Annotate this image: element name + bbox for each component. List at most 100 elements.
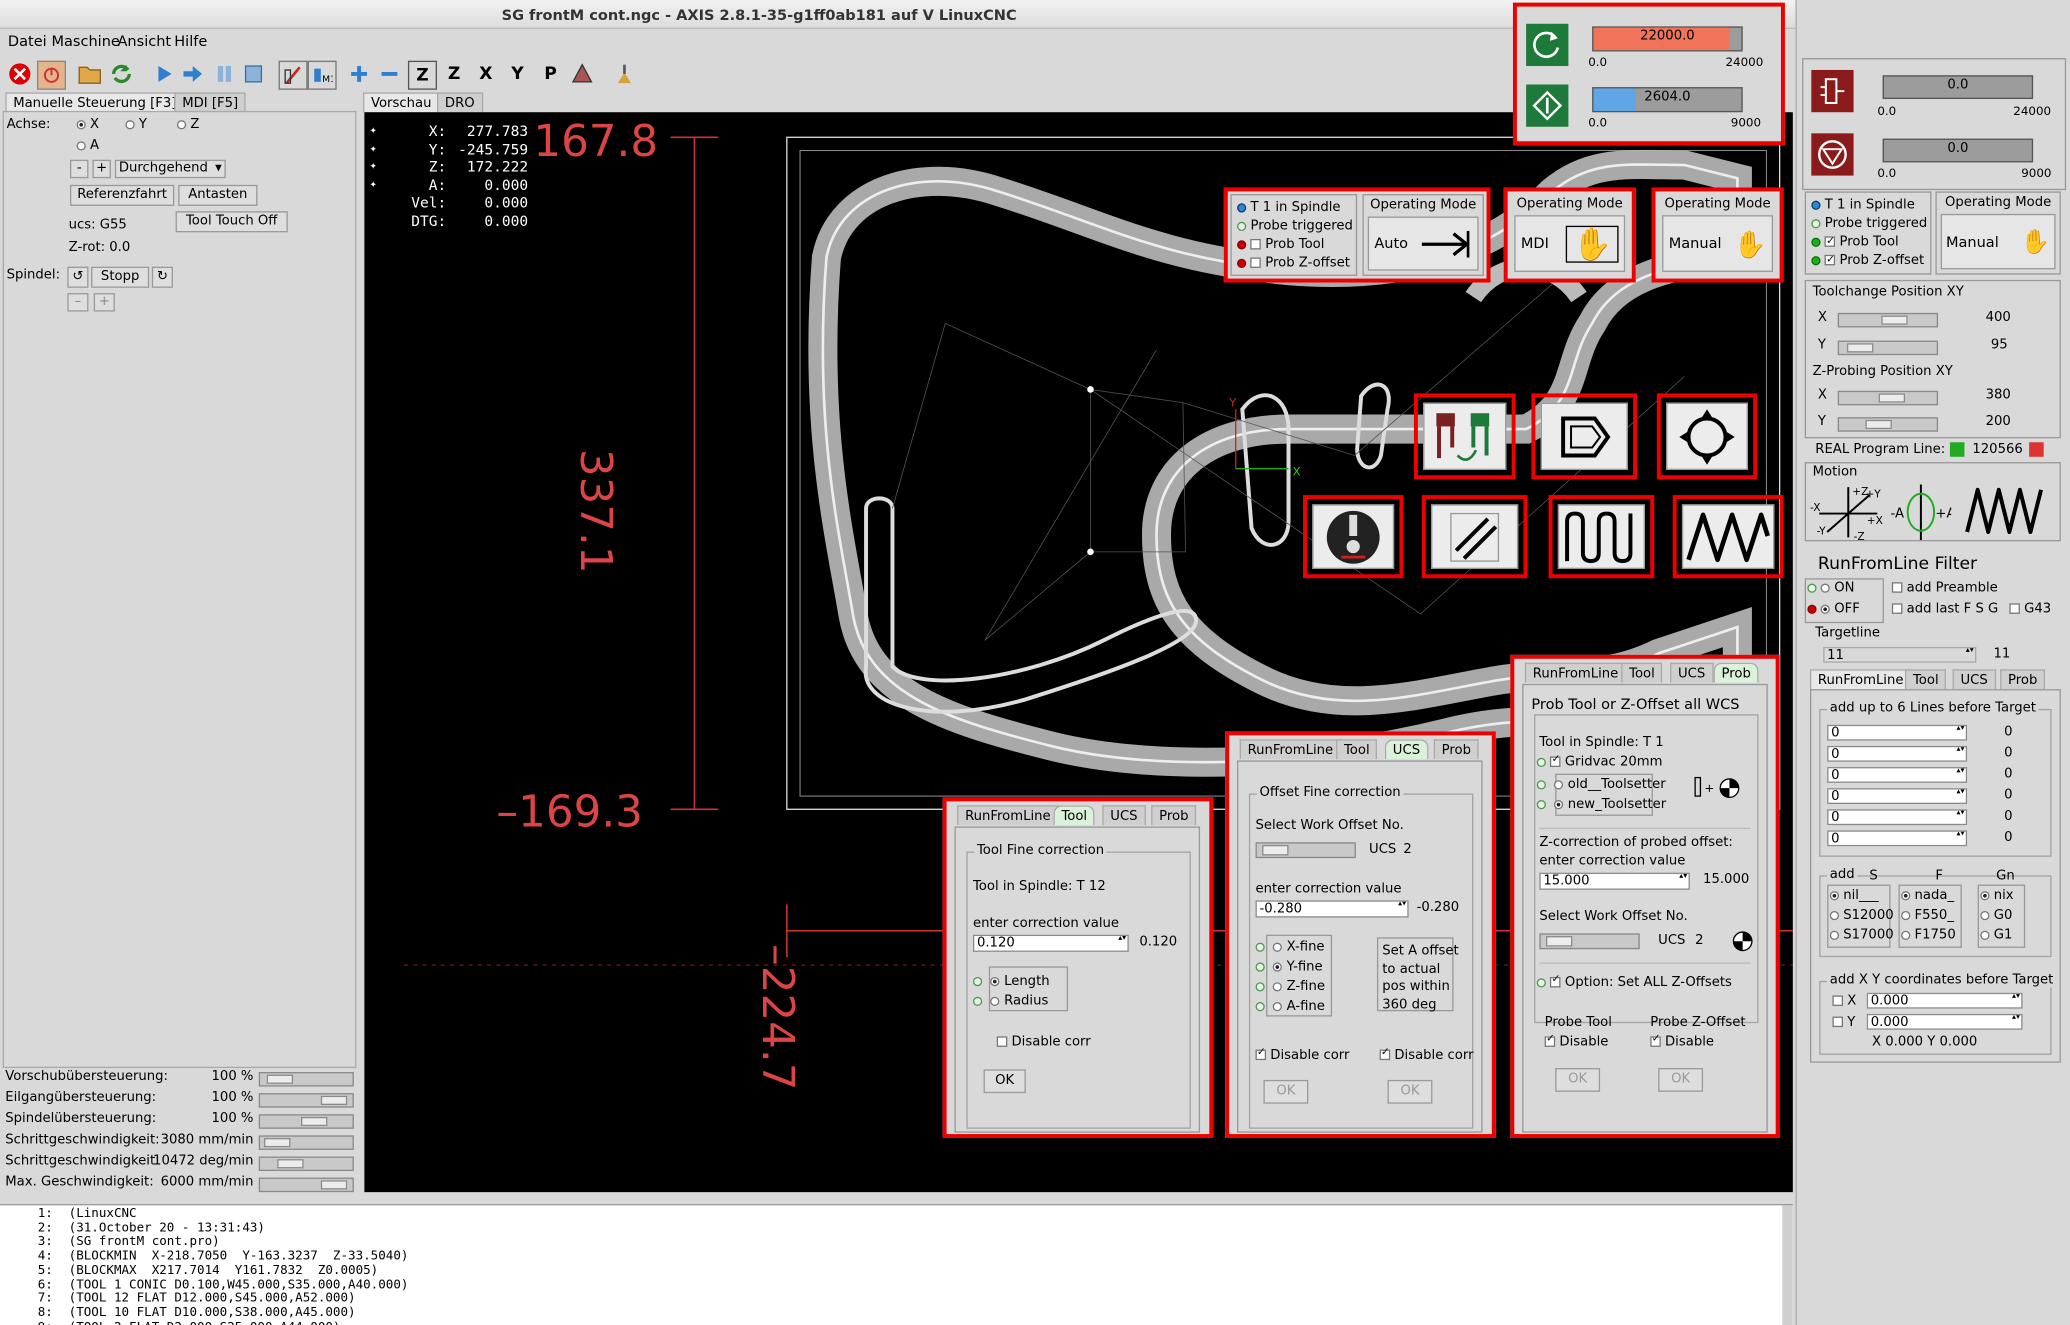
ucs-offset-slider[interactable] (1255, 842, 1356, 859)
addxy-x-input[interactable]: 0.000 (1866, 992, 2023, 1009)
radius-radio[interactable]: Radius (972, 994, 1048, 1009)
diagonal-overlay[interactable] (1421, 495, 1528, 579)
option-radio[interactable]: G1 (1980, 928, 2012, 943)
zoom-out-icon[interactable] (376, 61, 402, 87)
tool-ok-button[interactable]: OK (983, 1069, 1026, 1094)
set-all-zoffsets[interactable]: Option: Set ALL Z-Offsets (1536, 973, 1732, 990)
option-radio[interactable]: S17000 (1829, 928, 1894, 943)
fine-radio[interactable]: A-fine (1255, 999, 1325, 1014)
option-radio[interactable]: F1750 (1901, 928, 1956, 943)
ucs-ok-1[interactable]: OK (1263, 1079, 1309, 1104)
line-input[interactable]: 0 (1827, 809, 1968, 826)
option-radio[interactable]: F550_ (1901, 908, 1954, 923)
zprobe-x-slider[interactable] (1837, 390, 1939, 406)
zprobe-y-slider[interactable] (1837, 417, 1939, 432)
step-icon[interactable] (180, 61, 206, 87)
option-radio[interactable]: S12000 (1829, 908, 1894, 923)
add-preamble-check[interactable]: add Preamble (1891, 581, 1998, 595)
slider-thumb[interactable] (264, 1138, 291, 1148)
view-x-icon[interactable]: X (473, 61, 499, 87)
override-slider[interactable] (258, 1114, 354, 1129)
zigzag-overlay[interactable] (1672, 495, 1784, 579)
tool-touch-off-button[interactable]: Tool Touch Off (175, 211, 288, 233)
slider-thumb[interactable] (277, 1159, 304, 1169)
axis-radio-x[interactable]: X (76, 117, 99, 132)
override-slider[interactable] (258, 1072, 354, 1087)
tab-mdi[interactable]: MDI [F5] (174, 92, 247, 113)
referenzfahrt-button[interactable]: Referenzfahrt (69, 184, 175, 206)
add-last-check[interactable]: add last F S G (1891, 602, 1998, 617)
menu-datei[interactable]: Datei (8, 33, 47, 50)
slider-thumb[interactable] (301, 1116, 328, 1127)
line-input[interactable]: 0 (1827, 724, 1968, 741)
antasten-button[interactable]: Antasten (178, 184, 258, 206)
mdi-mode-overlay[interactable]: Operating Mode MDI ✋ (1503, 187, 1636, 283)
prob-offset-slider[interactable] (1539, 933, 1640, 950)
menu-maschine[interactable]: Maschine (51, 33, 119, 50)
line-input[interactable]: 0 (1827, 767, 1968, 783)
meander-overlay[interactable] (1548, 495, 1655, 579)
ucs-ok-2[interactable]: OK (1387, 1079, 1433, 1104)
toolchange-y-slider[interactable] (1837, 340, 1939, 356)
tool-corr-input[interactable]: 0.120 (972, 934, 1129, 952)
gridvac-check[interactable]: Gridvac 20mm (1536, 753, 1663, 770)
menu-ansicht[interactable]: Ansicht (117, 33, 171, 50)
ucs-disable-2[interactable]: Disable corr (1379, 1046, 1474, 1063)
prob-corr-input[interactable]: 15.000 (1539, 872, 1690, 890)
line-input[interactable]: 0 (1827, 788, 1968, 805)
feed-icon[interactable] (1526, 84, 1569, 127)
run-icon[interactable] (151, 61, 177, 87)
view-z-icon[interactable]: Z (407, 60, 437, 90)
view-p-icon[interactable]: P (537, 61, 563, 87)
pause-icon[interactable] (211, 61, 237, 87)
option-radio[interactable]: nix (1980, 888, 2014, 903)
override-slider[interactable] (258, 1093, 354, 1108)
fine-radio[interactable]: Y-fine (1255, 960, 1323, 974)
open-file-icon[interactable] (77, 61, 103, 87)
view-z2-icon[interactable]: Z (441, 61, 467, 87)
line-input[interactable]: 0 (1827, 745, 1968, 762)
mode-auto[interactable]: Operating Mode Auto (1362, 194, 1484, 276)
gcode-scrollbar[interactable] (1782, 1205, 1793, 1325)
line-input[interactable]: 0 (1827, 830, 1968, 847)
tab-manual[interactable]: Manuelle Steuerung [F3] (5, 92, 185, 113)
g43-check[interactable]: G43 (2009, 602, 2051, 617)
override-slider[interactable] (258, 1156, 354, 1172)
toolchange-x-slider[interactable] (1837, 312, 1939, 328)
spindle-run-icon[interactable] (1526, 23, 1569, 67)
jog-minus-button[interactable]: - (69, 159, 89, 179)
tool-change-overlay[interactable] (1413, 393, 1516, 480)
ucs-disable-1[interactable]: Disable corr (1255, 1046, 1349, 1063)
probe-z-ok[interactable]: OK (1658, 1068, 1704, 1092)
center-find-overlay[interactable] (1656, 393, 1758, 480)
probe-overlay[interactable] (1303, 495, 1404, 579)
spindle-faster-button[interactable]: + (93, 293, 115, 312)
old-toolsetter-radio[interactable]: old__Toolsetter (1536, 778, 1666, 792)
slider-thumb[interactable] (320, 1180, 348, 1190)
spindle-slower-button[interactable]: – (67, 293, 89, 312)
targetline-input[interactable]: 11 (1823, 646, 1977, 663)
clear-plot-icon[interactable] (611, 61, 637, 87)
fine-radio[interactable]: Z-fine (1255, 980, 1325, 994)
spindle-cw-icon[interactable]: ↻ (151, 266, 173, 288)
optional-stop-icon[interactable]: M1 (307, 60, 337, 90)
axis-radio-z[interactable]: Z (176, 117, 199, 132)
tab-dro[interactable]: DRO (436, 92, 483, 113)
right-manual-mode[interactable]: Operating Mode Manual ✋ (1935, 191, 2061, 275)
zoom-in-icon[interactable] (346, 61, 372, 87)
new-toolsetter-radio[interactable]: new_Toolsetter (1536, 797, 1666, 812)
option-radio[interactable]: nil___ (1829, 888, 1879, 903)
estop-button[interactable] (7, 61, 33, 87)
length-radio[interactable]: Length (972, 974, 1050, 989)
view-y-icon[interactable]: Y (504, 61, 530, 87)
probe-z-disable[interactable]: Disable (1650, 1032, 1714, 1050)
probe-tool-disable[interactable]: Disable (1544, 1032, 1608, 1050)
probe-tool-ok[interactable]: OK (1555, 1068, 1601, 1092)
jog-mode-select[interactable]: Durchgehend ▾ (114, 159, 226, 179)
option-radio[interactable]: G0 (1980, 908, 2012, 923)
axis-radio-y[interactable]: Y (125, 117, 147, 132)
disable-corr-check[interactable]: Disable corr (996, 1035, 1091, 1050)
gcode-line[interactable]: 2: (31.October 20 - 13:31:43) (0, 1221, 1793, 1236)
machine-power-button[interactable] (36, 60, 67, 90)
gcode-line[interactable]: 1: (LinuxCNC (0, 1207, 1793, 1222)
